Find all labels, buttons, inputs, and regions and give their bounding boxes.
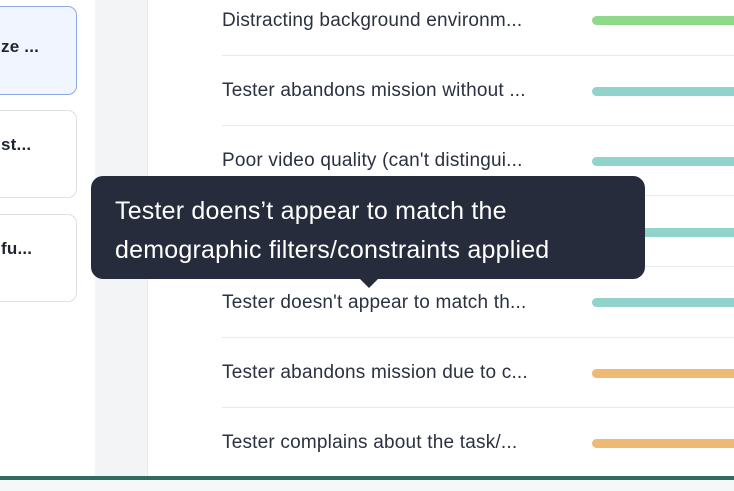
issue-row[interactable]: Distracting background environm... <box>222 0 734 56</box>
bottom-bar <box>0 476 734 480</box>
issue-row-bar <box>592 298 734 307</box>
issue-row-bar <box>592 87 734 96</box>
issue-row-bar <box>592 369 734 378</box>
left-card-1-text: ze ... <box>1 37 40 56</box>
issue-row[interactable]: Tester complains about the task/... <box>222 408 734 478</box>
issue-row-bar <box>592 157 734 166</box>
left-card-2[interactable]: st... <box>0 110 77 198</box>
issue-row[interactable]: Tester abandons mission due to c... <box>222 338 734 408</box>
left-card-3[interactable]: fu... <box>0 214 77 302</box>
tooltip-line-2: demographic filters/constraints applied <box>115 236 550 264</box>
tooltip-arrow <box>359 278 379 288</box>
issue-row-bar <box>592 439 734 448</box>
left-card-1[interactable]: ze ... <box>0 6 77 95</box>
left-card-3-text: fu... <box>1 239 33 258</box>
tooltip: Tester doens’t appear to match the demog… <box>91 176 645 288</box>
left-panel: ze ... st... fu... <box>0 0 95 480</box>
issue-row[interactable]: Tester abandons mission without ... <box>222 56 734 126</box>
issue-row-label: Tester complains about the task/... <box>222 432 518 453</box>
tooltip-line-1: Tester doens’t appear to match the <box>115 197 507 225</box>
left-card-2-text: st... <box>1 135 32 154</box>
issue-row-bar <box>592 16 734 25</box>
